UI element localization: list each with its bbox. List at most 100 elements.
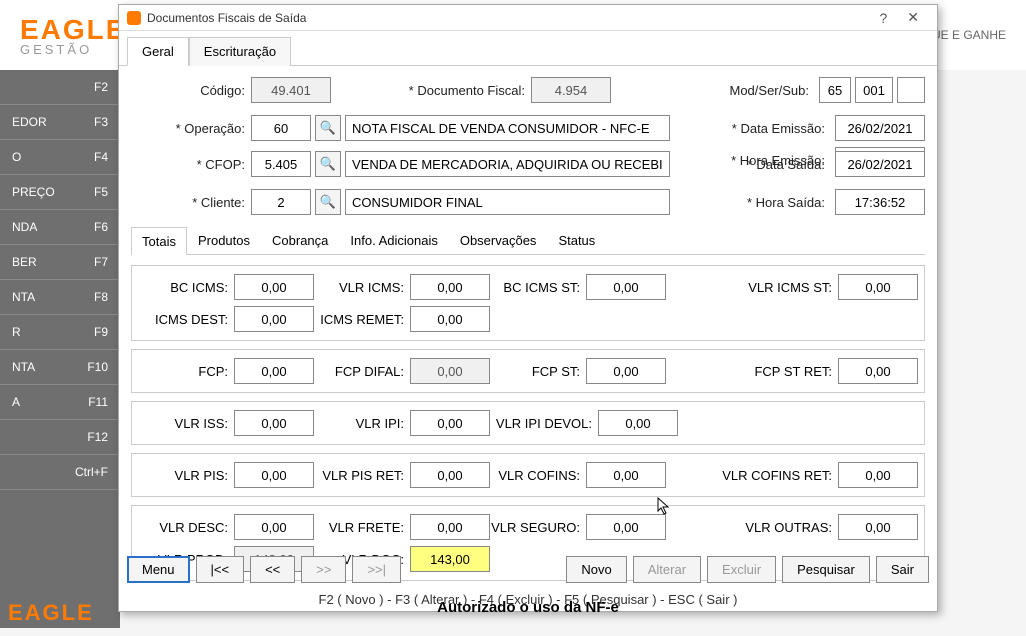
footer-shortcuts: F2 ( Novo ) - F3 ( Alterar ) - F4 ( Excl… (119, 592, 937, 607)
vlr-iss-label: VLR ISS: (138, 416, 234, 431)
mod-field[interactable] (819, 77, 851, 103)
fcp-st-ret-field[interactable] (838, 358, 918, 384)
datasaida-label: * Data Saída: (748, 157, 831, 172)
sidebar-item-f5[interactable]: PREÇOF5 (0, 175, 120, 210)
vlr-icms-label: VLR ICMS: (314, 280, 410, 295)
fcp-difal-field (410, 358, 490, 384)
vlr-ipi-devol-label: VLR IPI DEVOL: (490, 416, 598, 431)
dataemissao-field[interactable] (835, 115, 925, 141)
sub-tabs: Totais Produtos Cobrança Info. Adicionai… (131, 226, 925, 255)
fcp-field[interactable] (234, 358, 314, 384)
cfop-field[interactable] (251, 151, 311, 177)
logo: EAGLE (20, 14, 126, 46)
operacao-field[interactable] (251, 115, 311, 141)
totals-iss-group: VLR ISS: VLR IPI: VLR IPI DEVOL: (131, 401, 925, 445)
sidebar-item-f3[interactable]: EDORF3 (0, 105, 120, 140)
main-tabs: Geral Escrituração (119, 31, 937, 66)
cfop-label: * CFOP: (131, 157, 251, 172)
first-button[interactable]: |<< (196, 556, 245, 583)
cliente-desc-field[interactable] (345, 189, 670, 215)
sidebar-item-f9[interactable]: RF9 (0, 315, 120, 350)
cliente-search-button[interactable]: 🔍 (315, 189, 341, 215)
window-icon (127, 11, 141, 25)
button-bar: Menu |<< << >> >>| Novo Alterar Excluir … (127, 556, 929, 583)
vlr-pis-ret-label: VLR PIS RET: (314, 468, 410, 483)
vlr-seguro-field[interactable] (586, 514, 666, 540)
fcp-st-field[interactable] (586, 358, 666, 384)
vlr-pis-ret-field[interactable] (410, 462, 490, 488)
vlr-cofins-ret-field[interactable] (838, 462, 918, 488)
help-button[interactable]: ? (869, 8, 897, 28)
bc-icms-field[interactable] (234, 274, 314, 300)
sair-button[interactable]: Sair (876, 556, 929, 583)
icms-remet-label: ICMS REMET: (314, 312, 410, 327)
sidebar-item-f11[interactable]: AF11 (0, 385, 120, 420)
vlr-cofins-field[interactable] (586, 462, 666, 488)
tab-geral[interactable]: Geral (127, 37, 189, 66)
vlr-desc-field[interactable] (234, 514, 314, 540)
subtab-status[interactable]: Status (547, 226, 606, 254)
alterar-button[interactable]: Alterar (633, 556, 701, 583)
prev-button[interactable]: << (250, 556, 295, 583)
subtab-info-adicionais[interactable]: Info. Adicionais (339, 226, 448, 254)
totals-fcp-group: FCP: FCP DIFAL: FCP ST: FCP ST RET: (131, 349, 925, 393)
dialog-documentos-fiscais: Documentos Fiscais de Saída ? ✕ Geral Es… (118, 4, 938, 612)
sidebar-item-f12[interactable]: F12 (0, 420, 120, 455)
codigo-field (251, 77, 331, 103)
horasaida-field[interactable] (835, 189, 925, 215)
sidebar-item-f7[interactable]: BERF7 (0, 245, 120, 280)
vlr-icms-field[interactable] (410, 274, 490, 300)
operacao-search-button[interactable]: 🔍 (315, 115, 341, 141)
operacao-label: * Operação: (131, 121, 251, 136)
sidebar: F2 EDORF3 OF4 PREÇOF5 NDAF6 BERF7 NTAF8 … (0, 70, 120, 628)
next-button[interactable]: >> (301, 556, 346, 583)
subtab-totais[interactable]: Totais (131, 227, 187, 255)
magnifier-icon: 🔍 (320, 120, 336, 136)
fcp-label: FCP: (138, 364, 234, 379)
last-button[interactable]: >>| (352, 556, 401, 583)
bc-icms-st-label: BC ICMS ST: (490, 280, 586, 295)
bc-icms-st-field[interactable] (586, 274, 666, 300)
pesquisar-button[interactable]: Pesquisar (782, 556, 870, 583)
sidebar-item-f2[interactable]: F2 (0, 70, 120, 105)
vlr-ipi-devol-field[interactable] (598, 410, 678, 436)
subtab-produtos[interactable]: Produtos (187, 226, 261, 254)
docfiscal-field (531, 77, 611, 103)
ser-field[interactable] (855, 77, 893, 103)
magnifier-icon: 🔍 (320, 156, 336, 172)
cfop-search-button[interactable]: 🔍 (315, 151, 341, 177)
vlr-frete-field[interactable] (410, 514, 490, 540)
vlr-ipi-field[interactable] (410, 410, 490, 436)
sidebar-item-ctrl[interactable]: Ctrl+F (0, 455, 120, 490)
sidebar-item-f6[interactable]: NDAF6 (0, 210, 120, 245)
novo-button[interactable]: Novo (566, 556, 626, 583)
cfop-desc-field[interactable] (345, 151, 670, 177)
sidebar-item-f8[interactable]: NTAF8 (0, 280, 120, 315)
sidebar-item-f10[interactable]: NTAF10 (0, 350, 120, 385)
subtab-cobranca[interactable]: Cobrança (261, 226, 339, 254)
horasaida-label: * Hora Saída: (747, 195, 831, 210)
vlr-icms-st-field[interactable] (838, 274, 918, 300)
excluir-button[interactable]: Excluir (707, 556, 776, 583)
vlr-desc-label: VLR DESC: (138, 520, 234, 535)
tab-escrituracao[interactable]: Escrituração (189, 37, 291, 66)
operacao-desc-field[interactable] (345, 115, 670, 141)
logo-bottom: EAGLE (8, 600, 94, 626)
sidebar-item-f4[interactable]: OF4 (0, 140, 120, 175)
icms-remet-field[interactable] (410, 306, 490, 332)
vlr-outras-field[interactable] (838, 514, 918, 540)
icms-dest-field[interactable] (234, 306, 314, 332)
bc-icms-label: BC ICMS: (138, 280, 234, 295)
datasaida-field[interactable] (835, 151, 925, 177)
cliente-label: * Cliente: (131, 195, 251, 210)
cliente-field[interactable] (251, 189, 311, 215)
vlr-iss-field[interactable] (234, 410, 314, 436)
subtab-observacoes[interactable]: Observações (449, 226, 548, 254)
sub-field[interactable] (897, 77, 925, 103)
menu-button[interactable]: Menu (127, 556, 190, 583)
magnifier-icon: 🔍 (320, 194, 336, 210)
codigo-label: Código: (131, 83, 251, 98)
vlr-pis-field[interactable] (234, 462, 314, 488)
fcp-difal-label: FCP DIFAL: (314, 364, 410, 379)
close-button[interactable]: ✕ (897, 7, 929, 28)
